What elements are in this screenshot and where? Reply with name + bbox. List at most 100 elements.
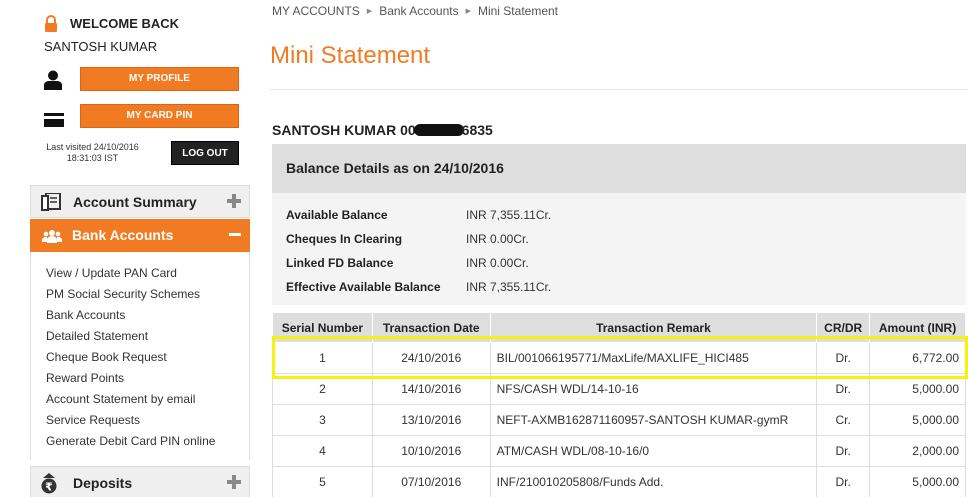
table-row: 4 10/10/2016 ATM/CASH WDL/08-10-16/0 Dr.… [272, 435, 966, 467]
balance-label: Effective Available Balance [286, 280, 441, 294]
cell-serial: 1 [272, 342, 373, 374]
table-row: 2 14/10/2016 NFS/CASH WDL/14-10-16 Dr. 5… [272, 373, 966, 405]
submenu-item-reward-points[interactable]: Reward Points [46, 371, 124, 385]
balance-value: INR 7,355.11Cr. [466, 208, 552, 222]
submenu-item-cheque-book-request[interactable]: Cheque Book Request [46, 350, 167, 364]
balance-row: Available Balance INR 7,355.11Cr. [286, 208, 551, 222]
breadcrumb: MY ACCOUNTS ▶ Bank Accounts ▶ Mini Statement [272, 4, 558, 18]
plus-icon [227, 194, 241, 208]
cell-remark: BIL/001066195771/MaxLife/MAXLIFE_HICI485 [489, 342, 818, 374]
users-icon [42, 230, 62, 243]
minus-icon [229, 233, 241, 236]
cell-serial: 3 [272, 404, 373, 436]
submenu-item-detailed-statement[interactable]: Detailed Statement [46, 329, 148, 343]
account-name-prefix: SANTOSH KUMAR 00 [272, 122, 416, 138]
submenu-item-generate-debit-pin[interactable]: Generate Debit Card PIN online [46, 434, 215, 448]
column-header-amount: Amount (INR) [869, 312, 966, 343]
balance-row: Linked FD Balance INR 0.00Cr. [286, 256, 529, 270]
cell-remark: INF/210010205808/Funds Add. [489, 466, 818, 497]
account-summary-menu[interactable]: Account Summary [30, 185, 250, 218]
rupee-icon: ₹ [41, 473, 57, 494]
redaction-mark [413, 124, 464, 136]
cell-date: 14/10/2016 [371, 373, 491, 405]
svg-text:₹: ₹ [45, 481, 53, 494]
submenu-item-view-update-pan[interactable]: View / Update PAN Card [46, 266, 177, 280]
breadcrumb-arrow-icon: ▶ [465, 8, 471, 15]
breadcrumb-mini-statement: Mini Statement [477, 4, 559, 18]
balance-value: INR 0.00Cr. [466, 232, 529, 246]
cell-amount: 6,772.00 [869, 342, 966, 374]
plus-icon [227, 475, 241, 489]
sidebar: WELCOME BACK SANTOSH KUMAR MY PROFILE MY… [0, 0, 252, 497]
account-summary-icon [41, 193, 61, 211]
balance-label: Cheques In Clearing [286, 232, 403, 246]
page: WELCOME BACK SANTOSH KUMAR MY PROFILE MY… [0, 0, 968, 497]
user-name: SANTOSH KUMAR [44, 39, 158, 54]
last-visited-time: 18:31:03 IST [66, 153, 119, 163]
column-header-crdr: CR/DR [816, 312, 871, 343]
cell-date: 13/10/2016 [371, 404, 491, 436]
table-row: 5 07/10/2016 INF/210010205808/Funds Add.… [272, 466, 966, 497]
cell-amount: 5,000.00 [869, 404, 966, 436]
column-header-remark: Transaction Remark [489, 312, 818, 343]
account-summary-label: Account Summary [73, 194, 197, 210]
table-row: 3 13/10/2016 NEFT-AXMB162871160957-SANTO… [272, 404, 966, 436]
cell-crdr: Dr. [816, 342, 871, 374]
table-row: 1 24/10/2016 BIL/001066195771/MaxLife/MA… [272, 342, 966, 374]
welcome-title: WELCOME BACK [70, 16, 180, 31]
balance-label: Linked FD Balance [286, 256, 394, 270]
cell-date: 07/10/2016 [371, 466, 491, 497]
cell-serial: 5 [272, 466, 373, 497]
bank-accounts-submenu: View / Update PAN Card PM Social Securit… [30, 252, 250, 460]
logout-button[interactable]: LOG OUT [171, 141, 239, 165]
cell-amount: 2,000.00 [869, 435, 966, 467]
balance-header: Balance Details as on 24/10/2016 [272, 144, 966, 193]
user-icon [44, 70, 62, 90]
bank-accounts-menu[interactable]: Bank Accounts [30, 219, 250, 252]
balance-header-label: Balance Details as on 24/10/2016 [286, 160, 504, 176]
cell-remark: ATM/CASH WDL/08-10-16/0 [489, 435, 818, 467]
last-visited: Last visited 24/10/2016 18:31:03 IST [30, 142, 155, 164]
cell-amount: 5,000.00 [869, 373, 966, 405]
breadcrumb-my-accounts[interactable]: MY ACCOUNTS [272, 4, 360, 18]
account-name-number: SANTOSH KUMAR 00 6835 [272, 122, 493, 138]
balance-row: Cheques In Clearing INR 0.00Cr. [286, 232, 529, 246]
account-name-suffix: 6835 [461, 122, 493, 138]
cell-date: 24/10/2016 [371, 342, 491, 374]
deposits-label: Deposits [73, 475, 133, 491]
table-header-row: Serial Number Transaction Date Transacti… [272, 312, 966, 343]
submenu-item-service-requests[interactable]: Service Requests [46, 413, 140, 427]
cell-crdr: Dr. [816, 466, 871, 497]
cell-crdr: Dr. [816, 435, 871, 467]
transactions-table: Serial Number Transaction Date Transacti… [272, 312, 966, 497]
submenu-item-account-statement-email[interactable]: Account Statement by email [46, 392, 195, 406]
bank-accounts-label: Bank Accounts [72, 227, 174, 243]
my-card-pin-button[interactable]: MY CARD PIN [80, 104, 239, 128]
breadcrumb-bank-accounts[interactable]: Bank Accounts [379, 4, 458, 18]
cell-remark: NEFT-AXMB162871160957-SANTOSH KUMAR-gymR [489, 404, 818, 436]
submenu-item-bank-accounts[interactable]: Bank Accounts [46, 308, 125, 322]
cell-crdr: Dr. [816, 373, 871, 405]
cell-crdr: Cr. [816, 404, 871, 436]
breadcrumb-arrow-icon: ▶ [366, 8, 373, 15]
balance-value: INR 0.00Cr. [466, 256, 529, 270]
main-content: MY ACCOUNTS ▶ Bank Accounts ▶ Mini Statement… [270, 0, 968, 497]
page-title: Mini Statement [270, 42, 431, 69]
last-visited-date: Last visited 24/10/2016 [46, 142, 139, 152]
cell-amount: 5,000.00 [869, 466, 966, 497]
balance-row: Effective Available Balance INR 7,355.11C… [286, 280, 551, 294]
cell-date: 10/10/2016 [371, 435, 491, 467]
balance-details: Available Balance INR 7,355.11Cr. Cheques… [272, 193, 966, 305]
my-profile-button[interactable]: MY PROFILE [80, 67, 239, 91]
cell-remark: NFS/CASH WDL/14-10-16 [489, 373, 818, 405]
balance-value: INR 7,355.11Cr. [466, 280, 552, 294]
lock-icon [45, 15, 57, 32]
card-icon [44, 113, 64, 127]
balance-label: Available Balance [286, 208, 388, 222]
deposits-menu[interactable]: ₹ Deposits [30, 466, 250, 497]
submenu-item-pm-social-security[interactable]: PM Social Security Schemes [46, 287, 200, 301]
column-header-date: Transaction Date [371, 312, 491, 343]
cell-serial: 2 [272, 373, 373, 405]
divider [270, 89, 968, 90]
cell-serial: 4 [272, 435, 373, 467]
